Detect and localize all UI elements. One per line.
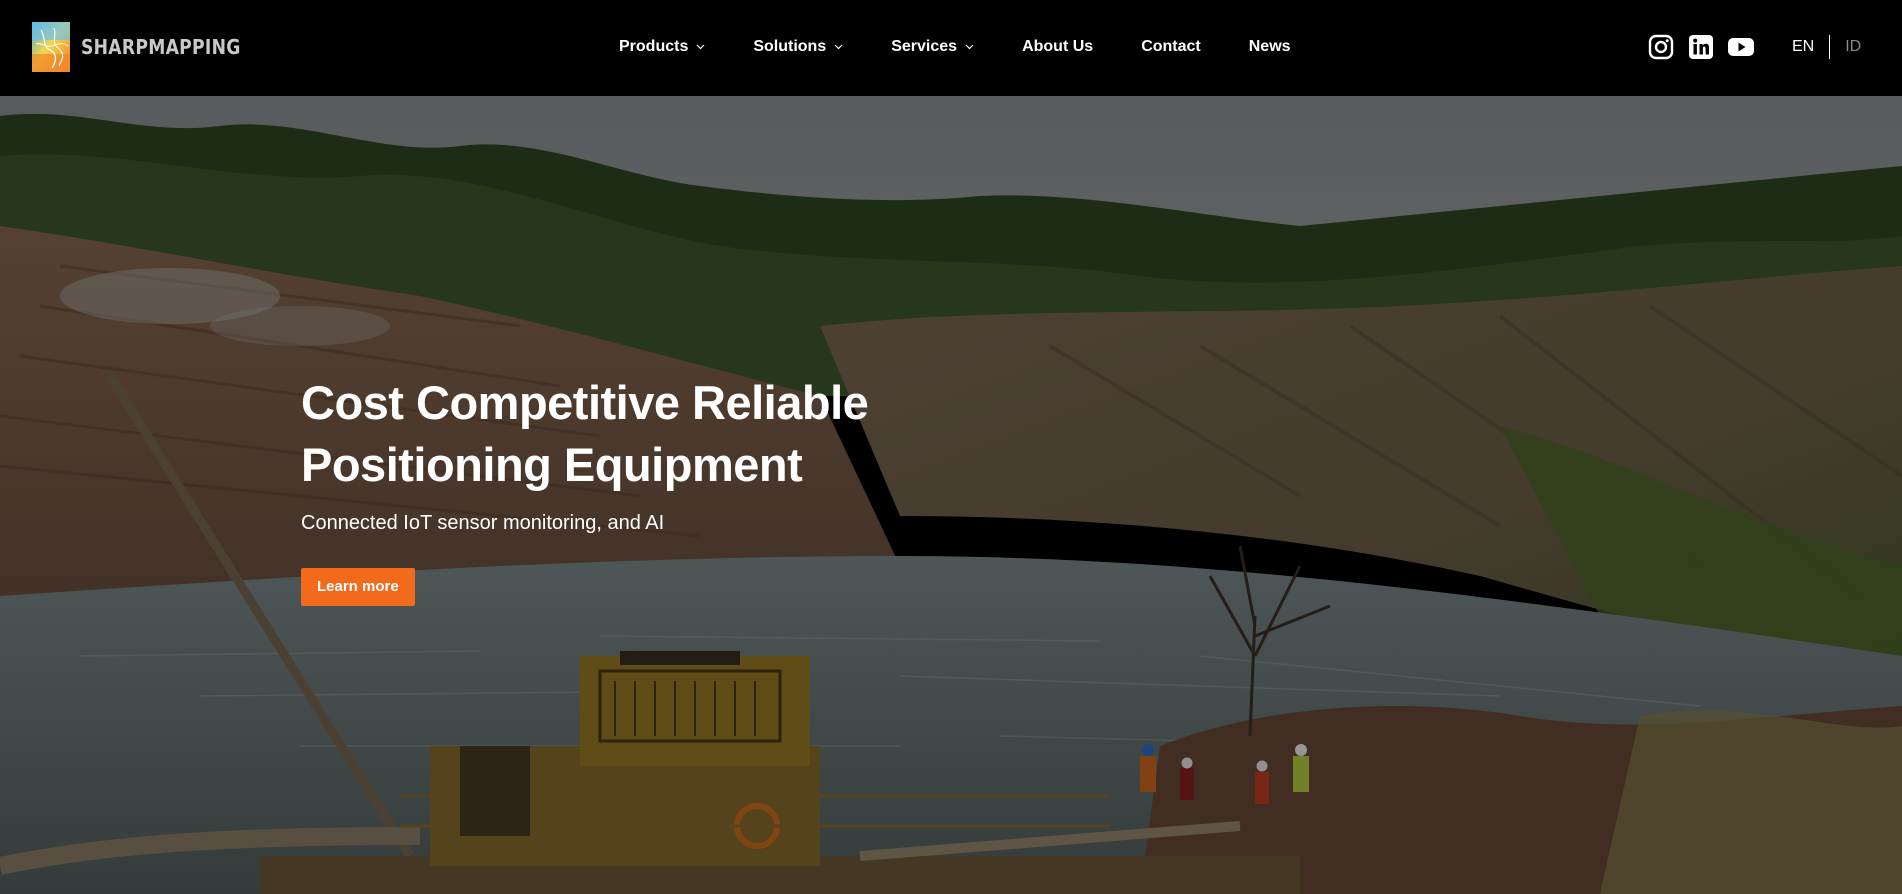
instagram-icon[interactable] bbox=[1648, 34, 1674, 60]
chevron-down-icon bbox=[965, 44, 974, 50]
nav-item-label: About Us bbox=[1022, 38, 1094, 55]
nav-item-contact[interactable]: Contact bbox=[1141, 38, 1201, 56]
youtube-icon[interactable] bbox=[1728, 34, 1754, 60]
nav-item-solutions[interactable]: Solutions bbox=[753, 38, 843, 56]
brand-logo[interactable]: SHARPMAPPING bbox=[32, 22, 267, 72]
language-divider bbox=[1829, 35, 1831, 59]
main-nav: Products Solutions Services About Us Con… bbox=[619, 0, 1339, 94]
hero-content: Cost Competitive Reliable Positioning Eq… bbox=[301, 372, 941, 606]
hero-section: Cost Competitive Reliable Positioning Eq… bbox=[0, 96, 1902, 894]
linkedin-icon[interactable] bbox=[1688, 34, 1714, 60]
chevron-down-icon bbox=[834, 44, 843, 50]
hero-overlay bbox=[0, 96, 1902, 894]
social-links bbox=[1648, 34, 1768, 60]
sharpmapping-logo-icon bbox=[32, 22, 70, 72]
nav-item-label: Contact bbox=[1141, 38, 1201, 55]
hero-title: Cost Competitive Reliable Positioning Eq… bbox=[301, 376, 869, 491]
nav-item-label: News bbox=[1248, 38, 1291, 55]
chevron-down-icon bbox=[696, 44, 705, 50]
language-option-id[interactable]: ID bbox=[1845, 38, 1861, 56]
brand-name: SHARPMAPPING bbox=[81, 35, 241, 59]
nav-item-products[interactable]: Products bbox=[619, 38, 705, 56]
learn-more-button[interactable]: Learn more bbox=[301, 568, 415, 606]
nav-item-services[interactable]: Services bbox=[891, 38, 974, 56]
nav-item-label: Solutions bbox=[753, 38, 827, 55]
nav-item-label: Services bbox=[891, 38, 958, 55]
language-switcher: EN ID bbox=[1792, 34, 1861, 60]
language-option-en[interactable]: EN bbox=[1792, 38, 1814, 56]
nav-item-label: Products bbox=[619, 38, 689, 55]
hero-subtitle: Connected IoT sensor monitoring, and AI bbox=[301, 512, 665, 534]
nav-item-about-us[interactable]: About Us bbox=[1022, 38, 1093, 56]
site-header: SHARPMAPPING Products Solutions Services… bbox=[0, 0, 1902, 96]
nav-item-news[interactable]: News bbox=[1249, 38, 1291, 56]
